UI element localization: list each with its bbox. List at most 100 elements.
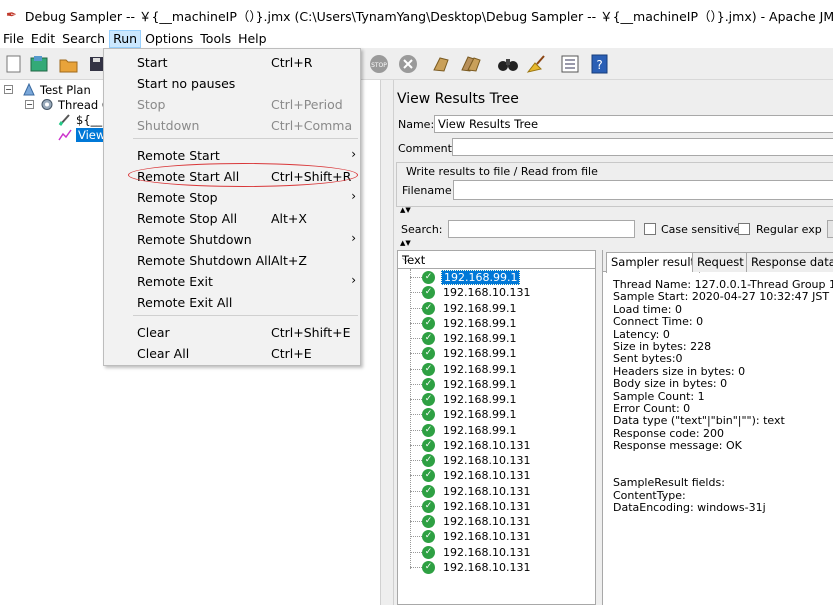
result-row[interactable]: ✓ 192.168.10.131 xyxy=(398,484,595,499)
result-row[interactable]: ✓ 192.168.99.1 xyxy=(398,270,595,285)
run-menu: Start Ctrl+R Start no pauses Stop Ctrl+Perio… xyxy=(103,48,361,366)
menu-search[interactable]: Search xyxy=(59,30,108,48)
regular-exp-label: Regular exp xyxy=(756,223,822,236)
function-helper-icon[interactable] xyxy=(559,53,581,75)
menu-item-remote-exit[interactable]: Remote Exit › xyxy=(104,271,360,292)
tree-guide-dots xyxy=(410,277,422,278)
clear-icon[interactable] xyxy=(430,53,452,75)
splitter-arrows-icon[interactable]: ▲▼ xyxy=(400,240,411,247)
case-sensitive-checkbox[interactable] xyxy=(644,223,656,235)
menu-item-label: Remote Stop xyxy=(137,190,218,205)
menu-item-remote-stop-all[interactable]: Remote Stop All Alt+X xyxy=(104,208,360,229)
file-group-title: Write results to file / Read from file xyxy=(404,165,600,178)
sampler-result-line: Response message: OK xyxy=(613,439,742,453)
result-row[interactable]: ✓ 192.168.99.1 xyxy=(398,407,595,422)
result-label: 192.168.10.131 xyxy=(443,545,531,559)
open-icon[interactable] xyxy=(58,53,80,75)
result-row[interactable]: ✓ 192.168.10.131 xyxy=(398,438,595,453)
success-check-icon: ✓ xyxy=(422,545,435,559)
tree-guide-dots xyxy=(410,307,422,309)
result-label: 192.168.99.1 xyxy=(443,347,517,361)
result-row[interactable]: ✓ 192.168.99.1 xyxy=(398,316,595,331)
success-check-icon: ✓ xyxy=(422,499,435,513)
result-row[interactable]: ✓ 192.168.99.1 xyxy=(398,392,595,407)
menu-item-start-no-pauses[interactable]: Start no pauses xyxy=(104,73,360,94)
search-button-edge[interactable] xyxy=(827,220,833,238)
collapse-toggle-icon[interactable]: − xyxy=(25,100,34,109)
result-row[interactable]: ✓ 192.168.99.1 xyxy=(398,301,595,316)
result-row[interactable]: ✓ 192.168.10.131 xyxy=(398,560,595,575)
menu-options[interactable]: Options xyxy=(142,30,196,48)
menu-item-shutdown: Shutdown Ctrl+Comma xyxy=(104,115,360,136)
submenu-arrow-icon: › xyxy=(351,273,356,287)
success-check-icon: ✓ xyxy=(422,469,435,483)
result-row[interactable]: ✓ 192.168.10.131 xyxy=(398,285,595,300)
menu-file[interactable]: File xyxy=(0,30,27,48)
templates-icon[interactable] xyxy=(29,53,51,75)
tree-guide-dots xyxy=(410,551,422,553)
tree-node-test-plan[interactable]: Test Plan xyxy=(22,82,91,97)
result-row[interactable]: ✓ 192.168.10.131 xyxy=(398,545,595,560)
filename-input[interactable] xyxy=(453,180,833,200)
result-row[interactable]: ✓ 192.168.10.131 xyxy=(398,514,595,529)
tree-guide-dots xyxy=(410,353,422,355)
result-row[interactable]: ✓ 192.168.99.1 xyxy=(398,423,595,438)
split-pane-divider[interactable] xyxy=(380,80,394,605)
menu-item-remote-shutdown-all[interactable]: Remote Shutdown All Alt+Z xyxy=(104,250,360,271)
result-row[interactable]: ✓ 192.168.99.1 xyxy=(398,346,595,361)
collapse-toggle-icon[interactable]: − xyxy=(4,85,13,94)
result-row[interactable]: ✓ 192.168.10.131 xyxy=(398,468,595,483)
menu-item-accelerator: Ctrl+R xyxy=(271,55,313,70)
menu-tools[interactable]: Tools xyxy=(197,30,234,48)
result-label: 192.168.10.131 xyxy=(443,530,531,544)
filename-label: Filename xyxy=(402,184,452,197)
menu-item-remote-stop[interactable]: Remote Stop › xyxy=(104,187,360,208)
result-row[interactable]: ✓ 192.168.99.1 xyxy=(398,377,595,392)
splitter-arrows-icon[interactable]: ▲▼ xyxy=(400,207,411,214)
menu-item-accelerator: Ctrl+Shift+E xyxy=(271,325,351,340)
result-row[interactable]: ✓ 192.168.10.131 xyxy=(398,529,595,544)
help-icon[interactable]: ? xyxy=(589,53,611,75)
tab-sampler-result[interactable]: Sampler result xyxy=(606,252,701,273)
tab-request[interactable]: Request xyxy=(692,252,749,272)
shutdown-icon[interactable] xyxy=(397,53,419,75)
comments-input[interactable] xyxy=(452,138,833,156)
result-label: 192.168.99.1 xyxy=(443,316,517,330)
sampler-result-line: Connect Time: 0 xyxy=(613,315,704,329)
result-tabs: Sampler result Request Response data xyxy=(603,250,833,273)
name-input[interactable]: View Results Tree xyxy=(434,115,833,133)
menu-edit[interactable]: Edit xyxy=(28,30,58,48)
menu-run[interactable]: Run xyxy=(109,30,142,48)
menu-item-start[interactable]: Start Ctrl+R xyxy=(104,52,360,73)
menu-item-clear[interactable]: Clear Ctrl+Shift+E xyxy=(104,322,360,343)
listener-chart-icon xyxy=(58,128,72,141)
menu-help[interactable]: Help xyxy=(235,30,270,48)
clear-all-icon[interactable] xyxy=(460,53,482,75)
stop-icon[interactable]: STOP xyxy=(368,53,390,75)
menu-item-clear-all[interactable]: Clear All Ctrl+E xyxy=(104,343,360,364)
regular-exp-checkbox[interactable] xyxy=(738,223,750,235)
sampler-pipette-icon xyxy=(58,113,72,126)
tree-node-thread-group[interactable]: Thread G xyxy=(40,97,111,112)
result-row[interactable]: ✓ 192.168.10.131 xyxy=(398,453,595,468)
sampler-result-line: DataEncoding: windows-31j xyxy=(613,501,766,515)
tab-response-data[interactable]: Response data xyxy=(746,252,833,272)
tree-node-label: Test Plan xyxy=(40,82,91,97)
success-check-icon: ✓ xyxy=(422,377,435,391)
renderer-dropdown[interactable]: Text ⌵ xyxy=(398,251,595,269)
search-input[interactable] xyxy=(448,220,635,238)
result-row[interactable]: ✓ 192.168.99.1 xyxy=(398,362,595,377)
success-check-icon: ✓ xyxy=(422,438,435,452)
tree-guide-dots xyxy=(410,399,422,400)
reset-search-broom-icon[interactable] xyxy=(525,53,547,75)
search-binoculars-icon[interactable] xyxy=(497,53,519,75)
result-row[interactable]: ✓ 192.168.10.131 xyxy=(398,499,595,514)
menu-item-remote-exit-all[interactable]: Remote Exit All xyxy=(104,292,360,313)
tree-node-view-results-tree[interactable]: View xyxy=(58,127,108,142)
result-row[interactable]: ✓ 192.168.99.1 xyxy=(398,331,595,346)
menu-item-label: Start no pauses xyxy=(137,76,236,91)
red-annotation-ellipse xyxy=(128,163,358,187)
new-icon[interactable] xyxy=(3,53,25,75)
result-label: 192.168.99.1 xyxy=(443,377,517,391)
menu-item-remote-shutdown[interactable]: Remote Shutdown › xyxy=(104,229,360,250)
